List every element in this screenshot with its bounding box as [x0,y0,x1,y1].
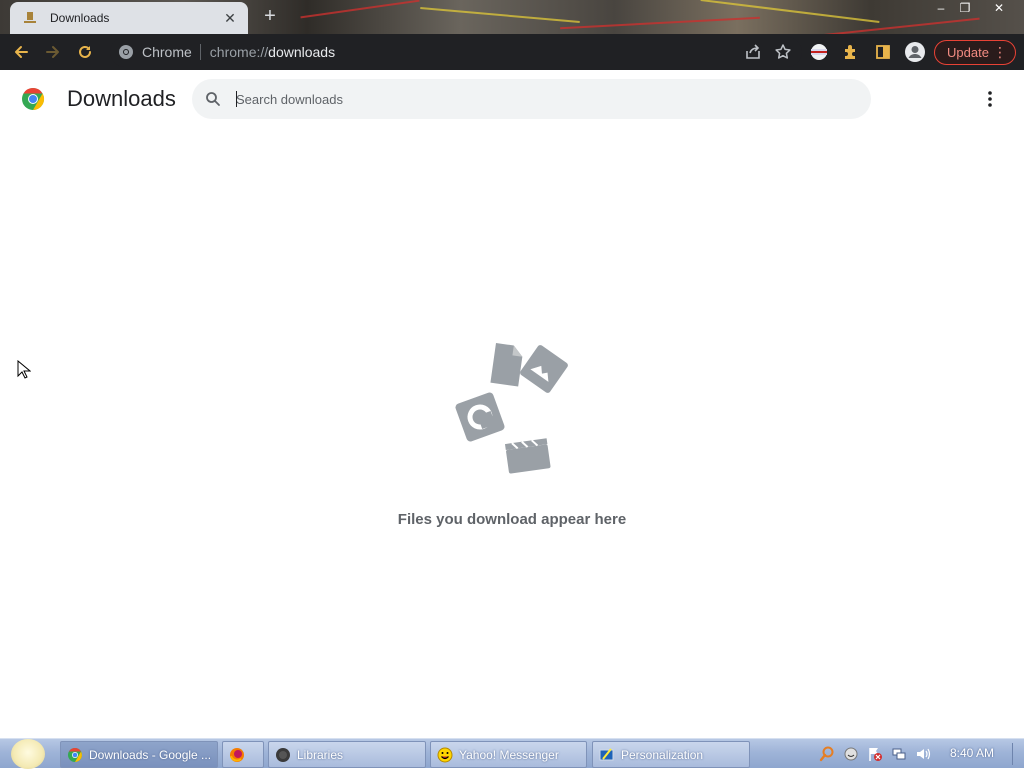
mouse-cursor-icon [17,360,31,379]
text-caret [236,91,237,107]
chrome-logo-icon [22,88,45,110]
chrome-icon [68,747,82,762]
update-label: Update [947,45,989,60]
search-box[interactable] [192,79,871,119]
start-button[interactable] [7,739,49,769]
extensions-area [808,34,926,70]
personalization-icon [599,747,614,760]
smiley-icon [844,747,858,761]
download-icon [22,10,38,26]
site-chip-label: Chrome [142,44,201,60]
chrome-menu-icon[interactable]: ⋮ [993,44,1007,60]
taskbar-clock[interactable]: 8:40 AM [950,746,994,760]
new-tab-button[interactable]: + [258,4,282,28]
image-icon [520,345,568,393]
taskbar-item-yahoo-messenger[interactable]: Yahoo! Messenger [430,741,587,768]
network-icon [892,748,906,760]
more-vert-icon [988,91,992,107]
flag-icon [811,44,827,60]
yahoo-messenger-icon [437,747,453,762]
taskbar-item-libraries[interactable]: Libraries [268,741,426,768]
magnifier-icon [819,746,834,762]
tab-downloads[interactable]: Downloads ✕ [10,2,248,34]
profile-button[interactable] [904,41,926,63]
empty-state-message: Files you download appear here [397,511,627,528]
chrome-site-icon [119,45,133,59]
puzzle-icon [845,45,855,59]
reload-icon [79,45,91,58]
wallpaper-streak [420,7,580,23]
side-panel-icon [876,45,890,59]
taskbar: Downloads - Google ... Libraries Yahoo! … [0,738,1024,769]
tab-title: Downloads [50,11,110,25]
taskbar-item-chrome[interactable]: Downloads - Google ... [60,741,218,768]
taskbar-item-label: Libraries [297,747,344,762]
avatar-icon [905,42,925,62]
taskbar-item-personalization[interactable]: Personalization [592,741,750,768]
extensions-button[interactable] [840,41,862,63]
page-title: Downloads [67,86,176,111]
back-button[interactable] [6,37,36,67]
speaker-icon [917,748,931,760]
volume-tray-icon[interactable] [914,745,932,763]
flag-warning-icon [869,748,882,761]
downloads-page: Downloads Search downloads Files you dow… [0,70,1024,738]
taskbar-item-label: Downloads - Google ... [89,747,212,762]
minimize-button[interactable]: – [930,0,952,18]
url-text[interactable]: chrome://downloads [210,44,335,60]
wallpaper-streak [560,16,760,30]
address-bar[interactable]: Chrome chrome://downloads [110,37,802,67]
side-panel-button[interactable] [872,41,894,63]
search-icon [206,92,220,106]
forward-button[interactable] [38,37,68,67]
libraries-icon [276,747,290,762]
extension-flag-button[interactable] [808,41,830,63]
taskbar-item-label: Personalization [621,747,704,762]
start-orb-icon [11,739,45,769]
taskbar-item-label: Yahoo! Messenger [459,747,559,762]
messenger-tray-icon[interactable] [842,745,860,763]
back-arrow-icon [15,46,28,58]
update-button[interactable]: Update ⋮ [934,40,1016,65]
wallpaper-streak [300,0,420,19]
empty-downloads-illustration [455,343,568,474]
tab-close-icon[interactable]: ✕ [222,10,238,27]
more-actions-button[interactable] [978,87,1002,111]
url-scheme: chrome:// [209,44,269,60]
maximize-button[interactable]: ❐ [954,0,976,18]
page-header: Downloads [0,70,1024,128]
search-tray-icon[interactable] [818,745,836,763]
share-icon[interactable] [744,43,762,61]
search-input[interactable] [236,87,836,111]
audio-file-icon [455,392,505,442]
forward-arrow-icon [46,46,59,58]
tab-strip: Downloads ✕ + – ❐ ✕ [0,0,1024,34]
close-window-button[interactable]: ✕ [988,0,1010,18]
document-icon [490,343,523,387]
omnibox-actions [744,37,792,67]
reload-button[interactable] [70,37,100,67]
network-tray-icon[interactable] [890,745,908,763]
video-icon [504,438,551,474]
show-desktop-button[interactable] [1012,743,1020,765]
taskbar-item-firefox[interactable] [222,741,264,768]
url-host: downloads [268,44,336,60]
bookmark-star-icon[interactable] [774,43,792,61]
wallpaper-streak [820,17,980,34]
firefox-icon [230,747,244,762]
action-center-tray-icon[interactable] [866,745,884,763]
